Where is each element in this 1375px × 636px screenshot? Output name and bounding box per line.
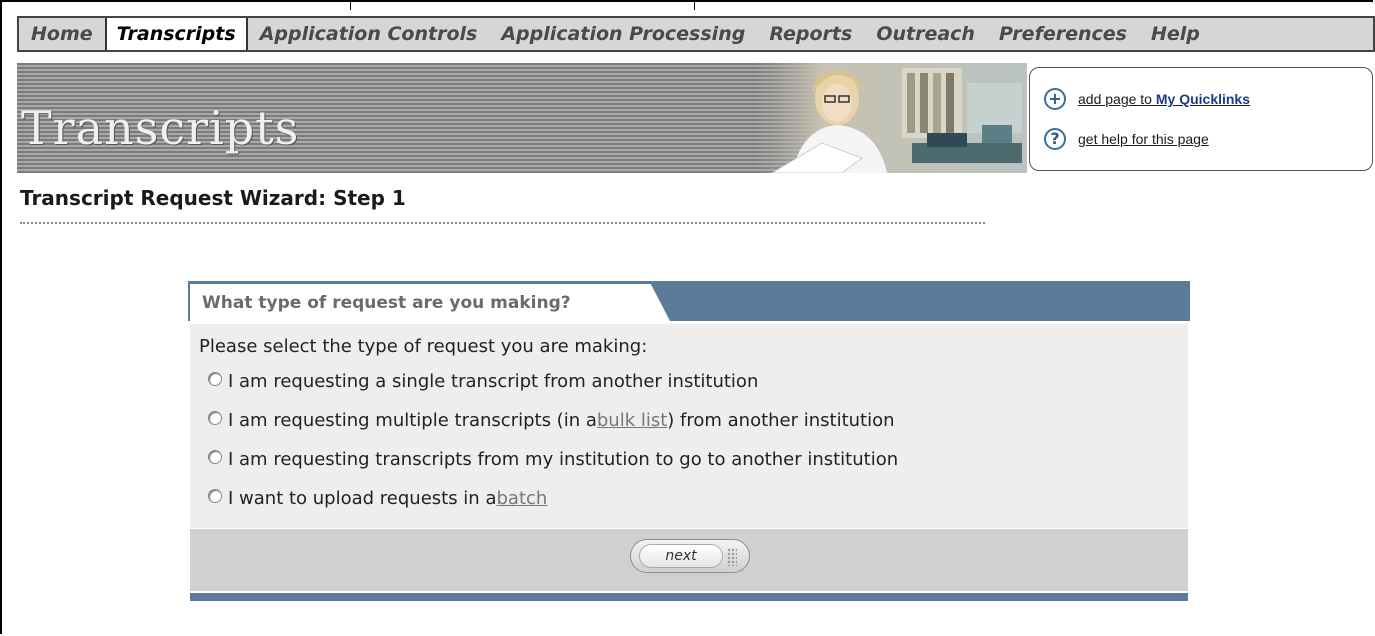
nav-transcripts[interactable]: Transcripts	[104, 18, 248, 50]
option-label: I am requesting multiple transcripts (in…	[228, 410, 597, 431]
option-label: I am requesting transcripts from my inst…	[228, 449, 899, 470]
nav-help[interactable]: Help	[1139, 18, 1212, 50]
option-bulk-transcripts[interactable]: I am requesting multiple transcripts (in…	[208, 410, 895, 431]
radio-outgoing-transcripts[interactable]	[208, 449, 222, 464]
section-banner: Transcripts	[17, 63, 1027, 173]
option-label: I want to upload requests in a	[228, 488, 497, 509]
next-button-label: next	[639, 544, 723, 568]
nav-preferences[interactable]: Preferences	[987, 18, 1139, 50]
main-nav: Home Transcripts Application Controls Ap…	[17, 16, 1375, 52]
quicklinks-add-row[interactable]: + add page to My Quicklinks	[1044, 88, 1250, 110]
add-quicklink-link[interactable]: add page to My Quicklinks	[1078, 91, 1250, 107]
option-single-transcript[interactable]: I am requesting a single transcript from…	[208, 371, 758, 392]
option-label-suffix: ) from another institution	[667, 410, 895, 431]
page-help-link[interactable]: get help for this page	[1078, 131, 1209, 147]
quicklinks-panel: + add page to My Quicklinks ? get help f…	[1029, 67, 1373, 171]
question-icon[interactable]: ?	[1044, 128, 1066, 150]
nav-application-controls[interactable]: Application Controls	[248, 18, 490, 50]
wizard-tab: What type of request are you making?	[190, 284, 670, 321]
quicklinks-help-row[interactable]: ? get help for this page	[1044, 128, 1209, 150]
banner-photo	[752, 63, 1027, 173]
wizard-panel: What type of request are you making? Ple…	[188, 281, 1190, 601]
nav-outreach[interactable]: Outreach	[864, 18, 987, 50]
title-divider	[20, 222, 985, 224]
nav-application-processing[interactable]: Application Processing	[489, 18, 757, 50]
wizard-prompt: Please select the type of request you ar…	[199, 336, 648, 357]
wizard-bottom-bar	[190, 593, 1188, 601]
page-title: Transcript Request Wizard: Step 1	[20, 186, 406, 210]
wizard-footer: next	[190, 529, 1188, 591]
next-button[interactable]: next	[630, 539, 750, 573]
radio-bulk-transcripts[interactable]	[208, 410, 222, 425]
bulk-list-link[interactable]: bulk list	[597, 410, 667, 431]
wizard-body: Please select the type of request you ar…	[190, 324, 1188, 528]
radio-batch-upload[interactable]	[208, 488, 222, 503]
grip-icon	[727, 548, 737, 566]
radio-single-transcript[interactable]	[208, 371, 222, 386]
top-divider	[350, 0, 695, 10]
banner-title: Transcripts	[21, 101, 300, 155]
wizard-tab-label: What type of request are you making?	[202, 293, 571, 313]
plus-icon[interactable]: +	[1044, 88, 1066, 110]
option-outgoing-transcripts[interactable]: I am requesting transcripts from my inst…	[208, 449, 898, 470]
option-label: I am requesting a single transcript from…	[228, 371, 759, 392]
batch-link[interactable]: batch	[496, 488, 547, 509]
option-batch-upload[interactable]: I want to upload requests in a batch	[208, 488, 547, 509]
nav-reports[interactable]: Reports	[757, 18, 864, 50]
wizard-header: What type of request are you making?	[188, 281, 1190, 321]
nav-home[interactable]: Home	[19, 18, 105, 50]
